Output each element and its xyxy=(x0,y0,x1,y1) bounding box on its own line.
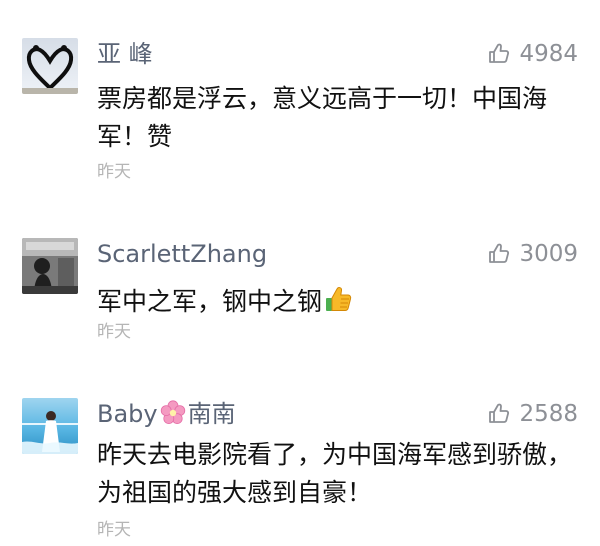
comment-time: 昨天 xyxy=(97,162,131,182)
comment-text: 军中之军，钢中之钢 xyxy=(97,283,587,321)
avatar[interactable] xyxy=(22,398,78,454)
commenter-name[interactable]: ScarlettZhang xyxy=(97,238,267,270)
commenter-name-suffix: 南南 xyxy=(187,400,236,428)
comment-item: ScarlettZhang 3009 军中之军，钢中之钢 昨天 xyxy=(0,200,600,360)
like-counter[interactable]: 3009 xyxy=(487,238,578,270)
thumbs-up-outline-icon[interactable] xyxy=(487,242,511,266)
comment-text: 票房都是浮云，意义远高于一切！中国海军！赞 xyxy=(97,84,548,151)
commenter-name-prefix: Baby xyxy=(97,400,158,428)
thumbs-up-emoji-icon xyxy=(324,285,354,315)
comment-time: 昨天 xyxy=(97,520,131,540)
cherry-blossom-icon xyxy=(159,399,187,427)
like-count: 3009 xyxy=(519,241,578,267)
comment-item: Baby 南南 2588 昨天去电影院看了，为中国海军感到骄傲，为祖国的强大感到… xyxy=(0,360,600,546)
like-counter[interactable]: 4984 xyxy=(487,38,578,70)
avatar[interactable] xyxy=(22,238,78,294)
comment-text: 昨天去电影院看了，为中国海军感到骄傲，为祖国的强大感到自豪！ xyxy=(97,440,573,507)
like-counter[interactable]: 2588 xyxy=(487,398,578,430)
comment-text-content: 军中之军，钢中之钢 xyxy=(97,287,323,316)
commenter-name[interactable]: 亚 峰 xyxy=(97,38,153,70)
commenter-name[interactable]: Baby 南南 xyxy=(97,398,236,430)
thumbs-up-outline-icon[interactable] xyxy=(487,42,511,66)
like-count: 2588 xyxy=(519,401,578,427)
comment-item: 亚 峰 4984 票房都是浮云，意义远高于一切！中国海军！赞 昨天 xyxy=(0,0,600,200)
like-count: 4984 xyxy=(519,41,578,67)
comment-time: 昨天 xyxy=(97,322,131,342)
avatar[interactable] xyxy=(22,38,78,94)
thumbs-up-outline-icon[interactable] xyxy=(487,402,511,426)
